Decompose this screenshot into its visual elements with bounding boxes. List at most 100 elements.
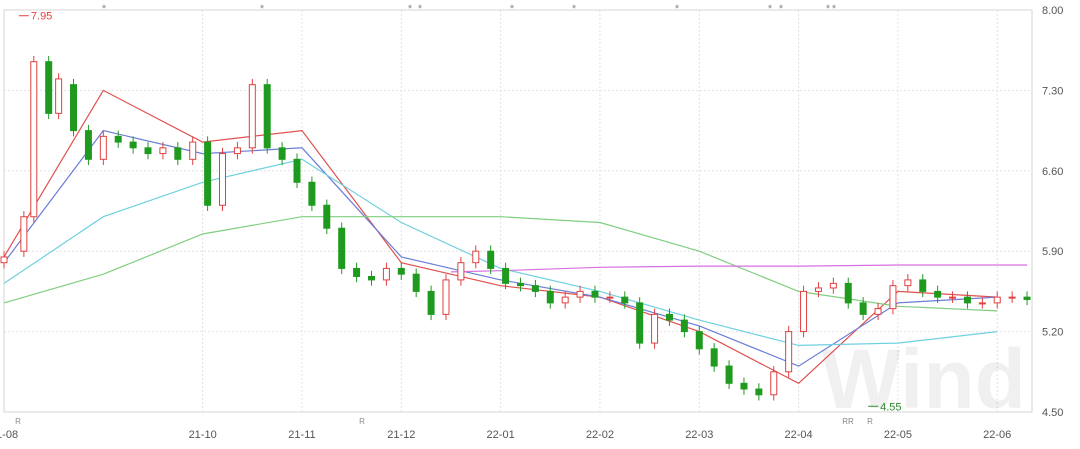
annotation-max-label: 7.95 [31,11,52,23]
ma-line-5 [450,264,1027,273]
annotations: 7.95 4.55 [18,11,902,413]
y-tick-label: 6.60 [1042,166,1063,178]
candle-body [993,296,1001,304]
candle-body [516,282,524,287]
candle-body [45,61,53,114]
candle-body [99,135,107,160]
y-tick-label: 7.30 [1042,85,1063,97]
y-tick-label: 5.90 [1042,246,1063,258]
x-tick-label: 22-06 [983,429,1011,441]
event-marker: * [408,3,413,15]
candle-body [323,204,331,229]
candle-body [665,313,673,321]
candle-body [889,285,897,310]
candle-body [949,296,957,299]
candle-body [874,308,882,315]
y-tick-label: 4.50 [1042,407,1063,419]
event-marker: * [510,3,515,15]
candle-body [55,78,63,114]
candle-body [263,84,271,149]
event-marker: * [826,3,831,15]
candle-body [472,250,480,264]
candle-body [502,267,510,284]
candle-body [457,262,465,281]
candle-body [591,290,599,298]
candle-body [338,227,346,269]
candle-body [561,296,569,304]
candle-body [20,216,28,252]
candle-body [397,267,405,275]
x-tick-label: 22-02 [586,429,614,441]
candle-body [606,296,614,299]
candle-body [844,282,852,304]
candle-body [174,147,182,160]
candle-body [189,141,197,160]
event-marker: * [779,3,784,15]
candle-body [800,290,808,333]
event-marker: * [768,3,773,15]
candle-body [382,267,390,281]
bottom-marker: R [359,417,365,426]
candle-body [859,302,867,315]
candle-body [412,273,420,292]
x-tick-label: 22-05 [884,429,912,441]
candle-body [651,313,659,344]
candle-body [30,61,38,218]
candle-body [248,84,256,149]
bottom-marker: R [15,417,21,426]
candle-body [785,331,793,373]
candle-body [70,84,78,132]
x-tick-label: 22-01 [487,429,515,441]
watermark: Wind [821,332,1026,426]
candle-body [576,290,584,298]
x-tick-label: 21-12 [387,429,415,441]
candle-body [740,382,748,390]
candle-body [621,296,629,304]
candle-body [636,302,644,344]
event-marker: * [102,3,107,15]
candle-body [963,296,971,304]
markers: * * * * * * * * * * *R R RR R [15,3,873,426]
candle-body [755,388,763,396]
candle-body [978,302,986,305]
y-tick-label: 5.20 [1042,327,1063,339]
x-tick-label: 22-03 [685,429,713,441]
event-marker: * [260,3,265,15]
candle-body [308,181,316,206]
x-tick-label: 22-04 [785,429,813,441]
candle-body [293,158,301,183]
candle-body [219,153,227,206]
event-marker: * [418,3,423,15]
candle-body [1023,296,1031,300]
annotation-min-label: 4.55 [880,401,901,413]
x-tick-label: 21-10 [189,429,217,441]
watermark-text: Wind [821,332,1026,426]
event-marker: * [572,3,577,15]
candle-body [144,147,152,155]
candle-body [233,147,241,155]
x-tick-label: 21-11 [288,429,315,441]
candle-body [353,267,361,277]
candle-body [1008,296,1016,299]
candle-body [710,348,718,367]
candle-body [680,319,688,333]
candle-body [934,290,942,298]
event-marker: * [832,3,837,15]
candle-body [487,250,495,269]
candle-body [204,141,212,206]
chart-canvas: Wind * * * * * * * * * * *R R RR R 7.954.55 8.007.306… [0,3,1063,441]
candle-body [427,290,435,315]
candle-body [442,279,450,315]
candle-body [114,135,122,143]
candle-body [770,371,778,396]
event-marker: * [675,3,680,15]
candle-body [546,290,554,304]
candle-body [904,279,912,287]
candle-body [84,130,92,160]
candle-body [531,285,539,292]
x-tick-label: 21-08 [0,429,18,441]
candle-body [278,147,286,160]
y-tick-label: 8.00 [1042,5,1063,17]
stock-chart: Wind * * * * * * * * * * * R R RR R 7.95 4.55 8.00 7.30 6… [0,0,1080,444]
candle-body [829,282,837,289]
